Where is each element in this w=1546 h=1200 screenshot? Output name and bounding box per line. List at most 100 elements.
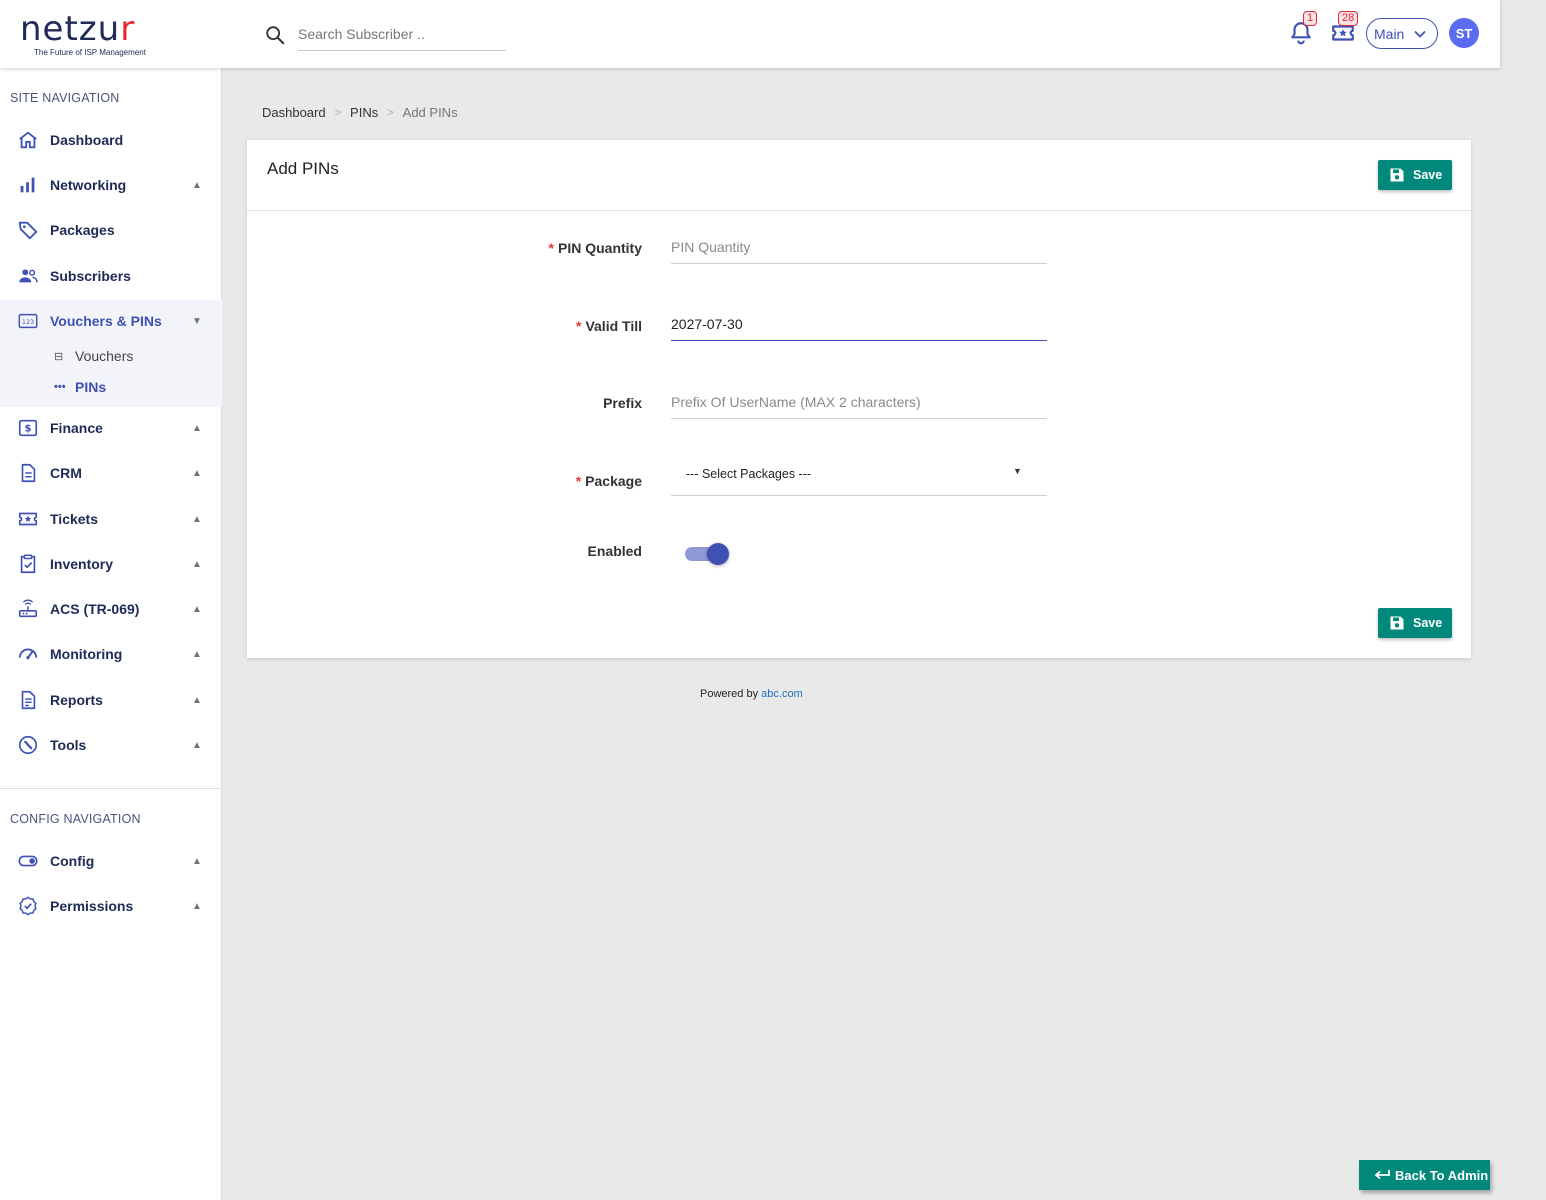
sidebar: SITE NAVIGATION Dashboard Networking ▲ P…	[0, 68, 222, 1200]
required-asterisk: *	[548, 240, 554, 256]
site-navigation-heading: SITE NAVIGATION	[10, 91, 120, 105]
sidebar-divider	[0, 788, 222, 789]
sidebar-item-tickets[interactable]: Tickets ▲	[0, 497, 222, 541]
pin-quantity-label: * PIN Quantity	[548, 240, 642, 256]
badge-check-icon	[19, 896, 37, 916]
powered-by: Powered by abc.com	[700, 688, 803, 700]
sidebar-item-tools[interactable]: Tools ▲	[0, 723, 222, 767]
package-select[interactable]: --- Select Packages --- ▼	[671, 452, 1047, 496]
back-to-admin-button[interactable]: Back To Admin	[1359, 1160, 1490, 1190]
sidebar-item-label: Permissions	[50, 898, 134, 914]
tag-icon	[18, 221, 38, 240]
logo-tagline: The Future of ISP Management	[34, 48, 146, 57]
sidebar-item-label: Config	[50, 853, 95, 869]
users-icon	[19, 269, 38, 283]
search-subscriber-input[interactable]	[298, 18, 506, 51]
powered-by-text: Powered by	[700, 688, 759, 700]
expand-arrow-icon: ▲	[192, 558, 202, 570]
router-icon	[18, 599, 38, 618]
search-icon[interactable]	[264, 24, 286, 46]
save-button-top[interactable]: Save	[1378, 160, 1452, 190]
logo-wordmark: netzur	[20, 9, 136, 49]
sidebar-item-label: Inventory	[50, 556, 114, 572]
search-box	[264, 18, 506, 51]
expand-arrow-icon: ▲	[192, 855, 202, 867]
expand-arrow-icon: ▲	[192, 513, 202, 525]
sidebar-subitem-pins[interactable]: ••• PINs	[54, 375, 106, 399]
sidebar-subitem-label: PINs	[75, 379, 107, 395]
valid-till-field	[671, 307, 1047, 341]
powered-by-link[interactable]: abc.com	[761, 688, 803, 700]
caret-down-icon: ▼	[1013, 466, 1022, 476]
save-button-bottom[interactable]: Save	[1378, 608, 1452, 638]
sidebar-item-acs[interactable]: ACS (TR-069) ▲	[0, 587, 222, 631]
sidebar-item-vouchers-pins[interactable]: 123 Vouchers & PINs ▼	[0, 299, 222, 343]
card-header-divider	[247, 210, 1471, 211]
report-icon	[21, 690, 36, 710]
sidebar-item-label: Reports	[50, 692, 103, 708]
sidebar-item-inventory[interactable]: Inventory ▲	[0, 542, 222, 586]
required-asterisk: *	[576, 318, 582, 334]
tickets-badge: 28	[1338, 11, 1359, 26]
sidebar-subitem-label: Vouchers	[75, 348, 134, 364]
expand-arrow-icon: ▲	[192, 694, 202, 706]
top-bar: netzur The Future of ISP Management 1 28…	[0, 0, 1500, 68]
expand-arrow-icon: ▲	[192, 648, 202, 660]
sidebar-item-config[interactable]: Config ▲	[0, 839, 222, 883]
voucher-icon: ⊟	[54, 350, 64, 363]
sidebar-item-crm[interactable]: CRM ▲	[0, 451, 222, 495]
required-asterisk: *	[575, 473, 582, 489]
sidebar-item-finance[interactable]: $ Finance ▲	[0, 406, 222, 450]
toggle-icon	[18, 855, 38, 867]
sidebar-item-packages[interactable]: Packages	[0, 208, 222, 252]
prefix-label: Prefix	[603, 395, 642, 411]
pin-quantity-field	[671, 230, 1047, 264]
package-selected-value: --- Select Packages ---	[686, 466, 812, 481]
sidebar-item-label: ACS (TR-069)	[50, 601, 140, 617]
add-pins-card: Add PINs Save *PIN Quantity *Valid Till …	[247, 140, 1471, 658]
save-icon	[1390, 168, 1404, 182]
sidebar-item-permissions[interactable]: Permissions ▲	[0, 884, 222, 928]
sidebar-item-reports[interactable]: Reports ▲	[0, 678, 222, 722]
return-arrow-icon	[1374, 1170, 1390, 1180]
breadcrumb-divider: >	[334, 107, 342, 119]
sidebar-item-dashboard[interactable]: Dashboard	[0, 118, 222, 162]
page-title: Add PINs	[267, 159, 339, 178]
pin-quantity-input[interactable]	[671, 230, 1047, 263]
enabled-label: Enabled	[587, 543, 642, 559]
package-label: * Package	[575, 473, 642, 489]
breadcrumb: Dashboard > PINs > Add PINs	[262, 105, 458, 121]
notifications-badge: 1	[1303, 11, 1318, 26]
document-icon	[21, 463, 36, 483]
valid-till-input[interactable]	[671, 307, 1047, 340]
user-avatar[interactable]: ST	[1449, 18, 1479, 48]
sidebar-item-label: Dashboard	[50, 132, 124, 148]
netzur-logo[interactable]: netzur The Future of ISP Management	[20, 10, 170, 60]
prefix-input[interactable]	[671, 385, 1047, 418]
wrench-icon	[18, 735, 38, 755]
sidebar-subitem-vouchers[interactable]: ⊟ Vouchers	[54, 344, 133, 368]
breadcrumb-divider: >	[387, 107, 394, 119]
enabled-toggle[interactable]	[685, 543, 729, 565]
numeric-icon: 123	[18, 313, 38, 329]
svg-text:$: $	[24, 424, 31, 435]
breadcrumb-current: Add PINs	[402, 105, 458, 120]
breadcrumb-pins[interactable]: PINs	[350, 105, 378, 121]
sidebar-item-label: Packages	[50, 222, 115, 238]
expand-arrow-icon: ▲	[192, 603, 202, 615]
workspace-select[interactable]: Main	[1366, 18, 1438, 49]
tickets-button[interactable]: 28	[1330, 11, 1359, 46]
save-button-label: Save	[1413, 616, 1443, 630]
breadcrumb-dashboard[interactable]: Dashboard	[262, 105, 326, 121]
expand-arrow-icon: ▲	[192, 900, 202, 912]
chevron-down-icon	[1414, 30, 1426, 38]
expand-arrow-icon: ▲	[192, 467, 202, 479]
sidebar-item-label: Vouchers & PINs	[50, 313, 162, 329]
config-navigation-heading: CONFIG NAVIGATION	[10, 812, 141, 826]
sidebar-item-monitoring[interactable]: Monitoring ▲	[0, 632, 222, 676]
notifications-button[interactable]: 1	[1288, 11, 1318, 46]
sidebar-item-subscribers[interactable]: Subscribers	[0, 254, 222, 298]
prefix-field	[671, 385, 1047, 419]
sidebar-item-label: Tools	[50, 737, 87, 753]
sidebar-item-networking[interactable]: Networking ▲	[0, 163, 222, 207]
